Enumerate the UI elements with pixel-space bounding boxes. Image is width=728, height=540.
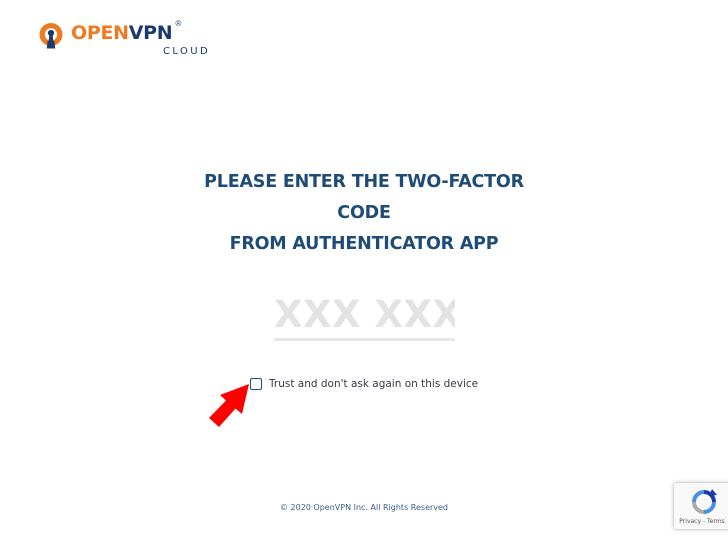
logo-wordmark: OPENVPN xyxy=(71,21,173,45)
logo-vpn-text: VPN xyxy=(128,22,173,44)
recaptcha-links: Privacy - Terms xyxy=(670,518,728,525)
openvpn-cloud-logo: OPENVPN ® CLOUD xyxy=(37,19,208,61)
recaptcha-icon xyxy=(692,489,717,514)
page-title-line-3: FROM AUTHENTICATOR APP xyxy=(229,234,499,254)
two-factor-code-input[interactable] xyxy=(274,290,455,341)
page-title: PLEASE ENTER THE TWO-FACTOR CODE FROM AU… xyxy=(0,167,728,260)
trust-device-option[interactable]: Trust and don't ask again on this device xyxy=(250,378,478,390)
recaptcha-badge[interactable]: Privacy - Terms xyxy=(674,483,728,529)
footer-copyright: © 2020 OpenVPN Inc. All Rights Reserved xyxy=(279,503,449,512)
page-title-line-2: CODE xyxy=(337,203,391,223)
page-title-line-1: PLEASE ENTER THE TWO-FACTOR xyxy=(204,172,524,192)
openvpn-keyhole-icon xyxy=(39,23,63,49)
logo-text: OPENVPN ® CLOUD xyxy=(71,19,208,57)
logo-open-text: OPEN xyxy=(71,22,129,44)
recaptcha-privacy-link[interactable]: Privacy xyxy=(679,518,701,525)
red-arrow-icon xyxy=(209,384,249,427)
registered-mark: ® xyxy=(175,19,182,28)
recaptcha-terms-link[interactable]: Terms xyxy=(707,518,725,525)
page: OPENVPN ® CLOUD PLEASE ENTER THE TWO-FAC… xyxy=(0,0,728,540)
trust-device-label: Trust and don't ask again on this device xyxy=(269,378,479,390)
logo-cloud-text: CLOUD xyxy=(163,46,211,57)
